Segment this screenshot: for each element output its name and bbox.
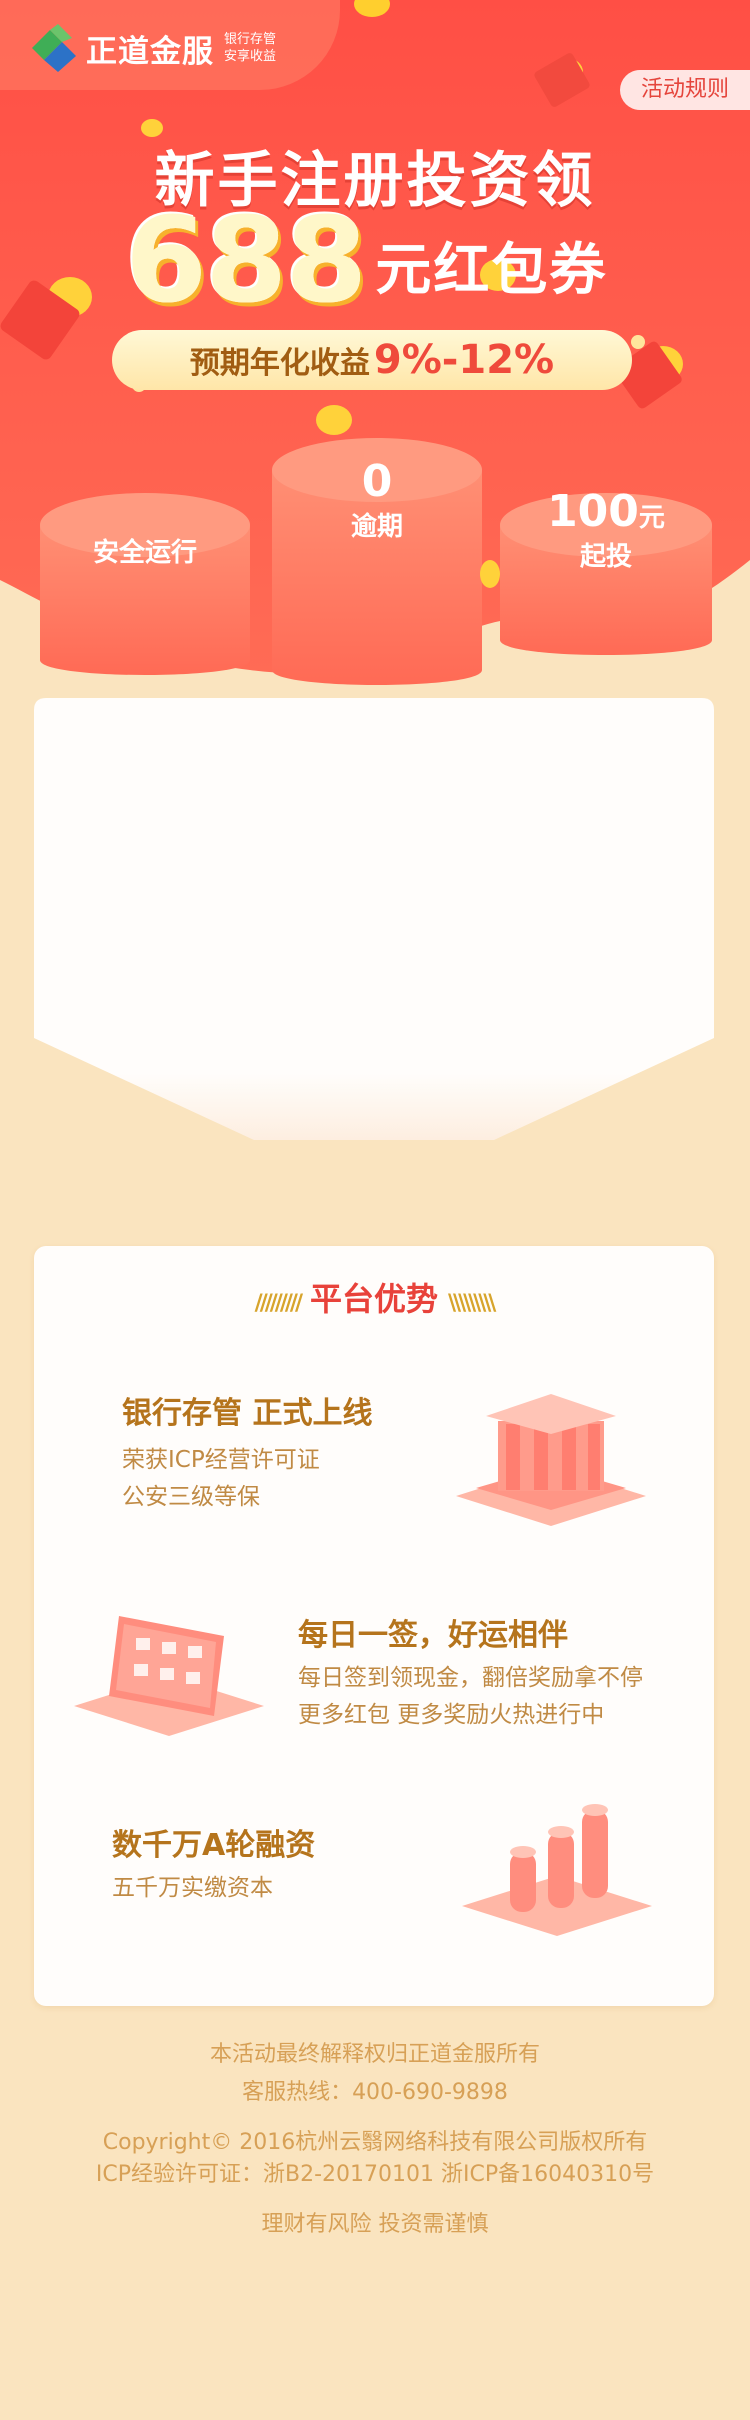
hero-amount-suffix: 元红包券 xyxy=(375,238,608,303)
hero-banner: 正道金服 银行存管 安享收益 活动规则 新手注册投资领 688 元红包券 预期年… xyxy=(0,0,750,700)
bank-building-icon xyxy=(456,1394,646,1526)
drum-min-label: 起投 xyxy=(579,542,632,572)
advantage-3-line-1: 五千万实缴资本 xyxy=(112,1875,273,1901)
drum-min-invest: 100元 起投 xyxy=(500,488,712,573)
advantage-3-text: 五千万实缴资本 xyxy=(112,1870,273,1907)
drum-safe-label: 安全运行 xyxy=(92,538,197,568)
calendar-icon xyxy=(74,1616,264,1736)
footer-license: ICP经验许可证：浙B2-20170101 浙ICP备16040310号 xyxy=(95,2162,655,2187)
slogan-line-2: 安享收益 xyxy=(224,49,277,64)
signup-card xyxy=(34,698,714,1140)
drum-overdue-value: 0 xyxy=(361,456,393,507)
advantage-2-title: 每日一签，好运相伴 xyxy=(298,1618,568,1653)
title-deco-right: \\\\\\\\\ xyxy=(448,1291,496,1316)
advantage-1-line-2: 公安三级等保 xyxy=(122,1484,260,1510)
hero-amount: 688 xyxy=(125,191,367,329)
advantage-2-line-1: 每日签到领现金，翻倍奖励拿不停 xyxy=(298,1665,643,1691)
drum-min-value: 100 xyxy=(547,486,639,537)
drum-zero-overdue: 0 逾期 xyxy=(272,458,482,543)
drum-min-unit: 元 xyxy=(638,503,665,533)
title-deco-left: ///////// xyxy=(254,1291,303,1316)
brand-name: 正道金服 xyxy=(86,33,214,70)
brand-mark-icon xyxy=(32,24,76,72)
footer-ownership: 本活动最终解释权归正道金服所有 xyxy=(209,2042,540,2067)
footer-risk-warning: 理财有风险 投资需谨慎 xyxy=(261,2212,489,2237)
slogan-line-1: 银行存管 xyxy=(224,32,277,47)
yield-banner: 预期年化收益 9%-12% xyxy=(112,330,632,390)
advantages-title-row: /////////平台优势 \\\\\\\\\ xyxy=(34,1274,714,1320)
advantage-1-title: 银行存管 正式上线 xyxy=(122,1396,373,1431)
brand-slogan: 银行存管 安享收益 xyxy=(224,31,276,65)
advantage-2-line-2: 更多红包 更多奖励火热进行中 xyxy=(298,1702,605,1728)
yield-label: 预期年化收益 xyxy=(189,346,370,381)
growth-bars-icon xyxy=(462,1804,652,1936)
activity-rules-button[interactable]: 活动规则 xyxy=(620,70,750,110)
brand-logo: 正道金服 银行存管 安享收益 xyxy=(28,22,276,74)
drum-left-shape xyxy=(40,493,250,675)
advantage-1-line-1: 荣获ICP经营许可证 xyxy=(122,1447,320,1473)
advantage-2-text: 每日签到领现金，翻倍奖励拿不停 更多红包 更多奖励火热进行中 xyxy=(298,1660,643,1734)
advantage-3-title: 数千万A轮融资 xyxy=(112,1828,316,1863)
yield-range: 9%-12% xyxy=(373,337,555,383)
platform-advantages-card: /////////平台优势 \\\\\\\\\ 银行存管 正式上线 荣获ICP经营… xyxy=(34,1246,714,2006)
hero-amount-line: 688 元红包券 xyxy=(125,200,607,320)
footer-hotline[interactable]: 客服热线：400-690-9898 xyxy=(0,2074,750,2106)
drum-safe-running: 安全运行 xyxy=(40,532,250,569)
advantage-1-text: 荣获ICP经营许可证 公安三级等保 xyxy=(122,1442,320,1516)
advantages-title: 平台优势 xyxy=(309,1280,438,1318)
drum-overdue-label: 逾期 xyxy=(350,512,403,542)
footer-copyright: Copyright© 2016杭州云翳网络科技有限公司版权所有 xyxy=(102,2130,648,2155)
